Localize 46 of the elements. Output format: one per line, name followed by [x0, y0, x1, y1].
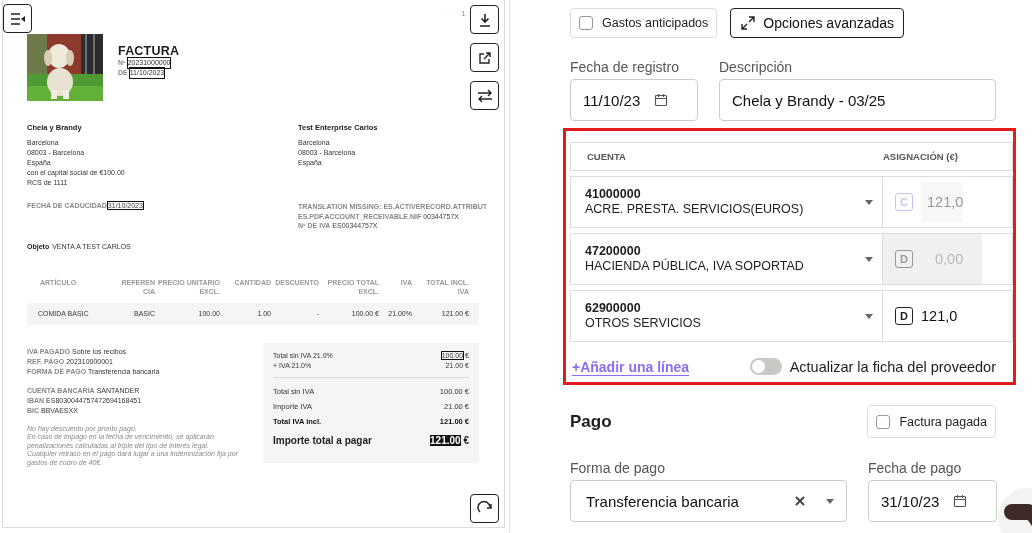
caret-icon: [865, 199, 873, 205]
external-link-icon: [477, 50, 492, 65]
field-label: Forma de pago: [570, 460, 666, 478]
side-badge: D: [895, 250, 913, 268]
caret-icon: [826, 498, 834, 504]
calendar-icon: [654, 93, 669, 107]
toggle-switch[interactable]: [749, 358, 782, 375]
caret-icon: [865, 256, 873, 262]
side-badge: D: [895, 307, 913, 325]
date-field[interactable]: 11/10/23: [570, 79, 698, 121]
clear-icon: [794, 495, 806, 507]
download-icon: [477, 12, 492, 27]
page-marker: 1: [461, 9, 466, 18]
advance-expenses-checkbox[interactable]: Gastos anticipados: [570, 8, 718, 38]
download-button[interactable]: [470, 5, 499, 34]
grand-total-value: 121.00: [430, 434, 461, 446]
caret-icon: [865, 313, 873, 319]
add-line-link[interactable]: +Añadir una línea: [572, 358, 690, 375]
column-header: CUENTA: [586, 151, 627, 162]
description-field[interactable]: Chela y Brandy - 03/25: [719, 79, 996, 121]
field-label: Descripción: [719, 59, 794, 77]
section-title: Pago: [570, 411, 612, 432]
column-header: ASIGNACIÓN (€): [883, 151, 959, 162]
open-external-button[interactable]: [470, 43, 499, 72]
currency: €: [463, 434, 469, 446]
side-badge: C: [895, 193, 913, 211]
date-field[interactable]: 31/10/23: [868, 480, 997, 522]
invoice-title: FACTURA: [118, 44, 180, 58]
amount-field[interactable]: 121,0: [921, 308, 958, 324]
field-label: Fecha de registro: [570, 59, 680, 77]
advanced-options-button[interactable]: Opciones avanzadas: [730, 8, 905, 38]
chat-bubble-icon: [1003, 502, 1032, 528]
menu-icon: [9, 11, 26, 26]
swap-button[interactable]: [470, 81, 499, 110]
swap-arrows-icon: [476, 88, 493, 103]
grand-total-label: Importe total a pagar: [273, 434, 372, 446]
rotate-button[interactable]: [470, 494, 499, 523]
account-select[interactable]: 41000000 ACRE. PRESTA. SERVICIOS(EUROS): [571, 177, 883, 227]
calendar-icon: [953, 494, 968, 508]
paid-checkbox[interactable]: Factura pagada: [867, 405, 996, 438]
toggle-label: Actualizar la ficha del proveedor: [789, 358, 996, 375]
account-select[interactable]: 62900000 OTROS SERVICIOS: [571, 291, 883, 341]
sidebar-toggle-button[interactable]: [3, 4, 32, 33]
field-label: Fecha de pago: [868, 460, 963, 478]
payment-method-select[interactable]: Transferencia bancaria: [570, 480, 847, 522]
expand-icon: [740, 15, 757, 31]
